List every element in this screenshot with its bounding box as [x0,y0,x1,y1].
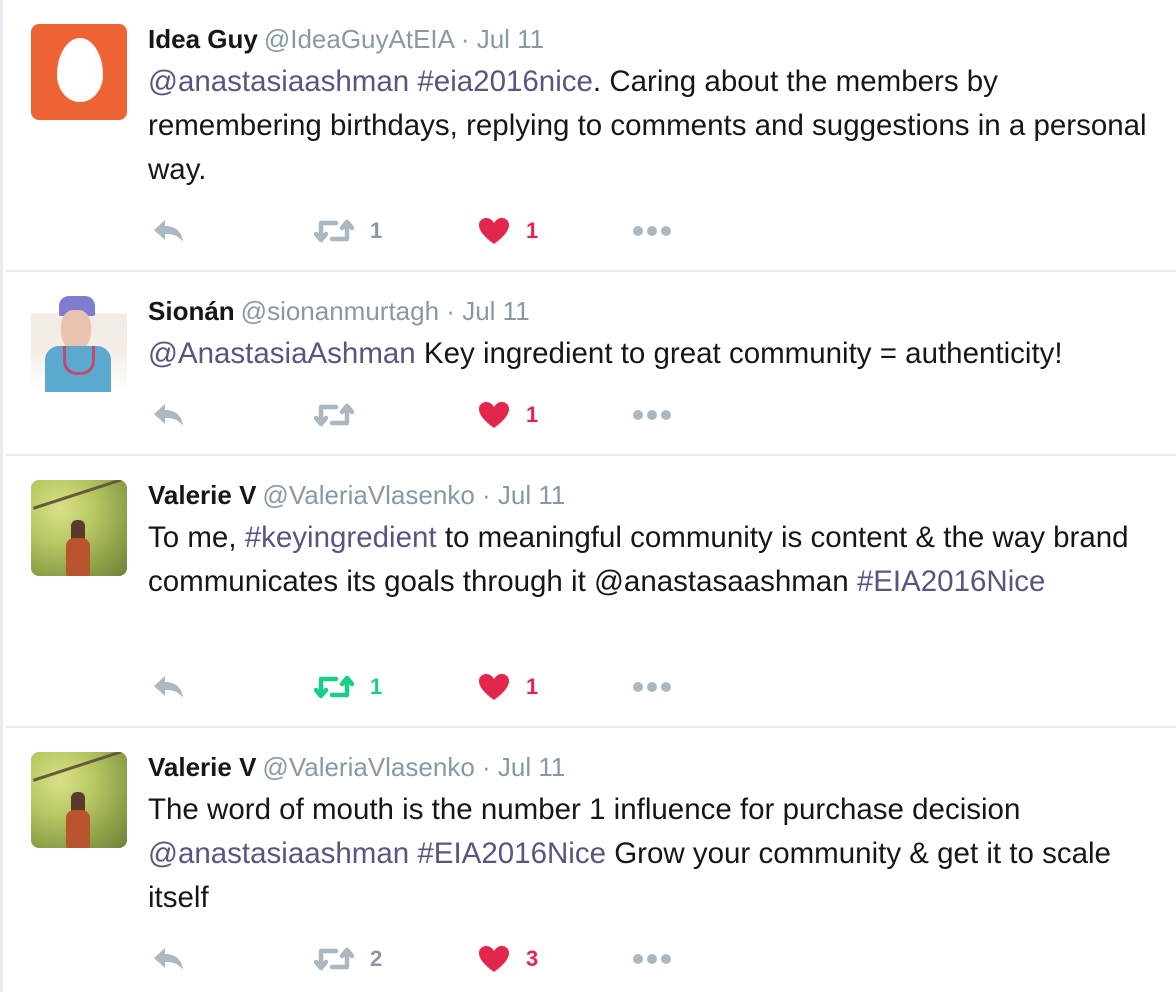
tweet-text: @AnastasiaAshman Key ingredient to great… [148,332,1158,376]
more-dots-icon [633,682,671,692]
tweet[interactable]: Idea Guy @IdeaGuyAtEIA · Jul 11 @anastasi… [6,0,1176,272]
avatar[interactable] [31,752,127,848]
reply-button[interactable] [152,211,186,251]
tweet-date[interactable]: Jul 11 [462,296,529,326]
mention-link[interactable]: @anastasiaashman [148,65,409,98]
retweet-button[interactable]: 2 [314,939,382,979]
tweet-date[interactable]: Jul 11 [498,752,565,782]
tweet-header: Idea Guy @IdeaGuyAtEIA · Jul 11 [148,22,544,56]
reply-button[interactable] [152,395,186,435]
tweet-text: @anastasiaashman #eia2016nice. Caring ab… [148,60,1158,192]
like-count: 3 [526,946,539,971]
tweet-date[interactable]: Jul 11 [477,24,544,54]
separator-dot: · [446,296,455,326]
tweet-actions: 2 3 [148,939,748,979]
retweet-button[interactable] [314,395,370,435]
reply-button[interactable] [152,939,186,979]
retweet-button[interactable]: 1 [314,211,382,251]
egg-avatar-icon [57,38,103,102]
avatar-dress [66,538,90,576]
reply-icon [154,404,183,426]
like-button[interactable]: 1 [478,395,538,435]
avatar-face [61,310,91,350]
tweet-date[interactable]: Jul 11 [498,480,565,510]
more-button[interactable] [632,395,672,435]
separator-dot: · [482,480,491,510]
display-name[interactable]: Valerie V [148,480,256,510]
heart-icon [479,402,509,428]
avatar-dress [66,810,90,848]
like-count: 1 [526,674,539,699]
hashtag-link[interactable]: #keyingredient [245,521,437,554]
avatar[interactable] [31,480,127,576]
tweet-actions: 1 [148,395,748,435]
tweet-header: Sionán @sionanmurtagh · Jul 11 [148,294,530,328]
tweet-header: Valerie V @ValeriaVlasenko · Jul 11 [148,750,565,784]
like-count: 1 [526,402,539,427]
avatar-branch [32,752,126,782]
like-count: 1 [526,218,539,243]
hashtag-link[interactable]: #eia2016nice [417,65,593,98]
like-button[interactable]: 1 [478,667,538,707]
display-name[interactable]: Idea Guy [148,24,258,54]
more-button[interactable] [632,939,672,979]
heart-icon [479,218,509,244]
reply-icon [154,220,183,242]
separator-dot: · [460,24,470,54]
retweet-icon [314,403,354,427]
retweet-icon [314,675,354,699]
display-name[interactable]: Sionán [148,296,235,326]
reply-icon [154,676,183,698]
retweet-icon [314,947,354,971]
text-segment: The word of mouth is the number 1 influe… [148,793,1021,826]
tweet[interactable]: Sionán @sionanmurtagh · Jul 11 @Anastasia… [6,272,1176,456]
retweet-count: 1 [370,674,383,699]
avatar[interactable] [31,24,127,120]
retweet-count: 1 [370,218,383,243]
tweet[interactable]: Valerie V @ValeriaVlasenko · Jul 11 To me… [6,456,1176,728]
avatar[interactable] [31,296,127,392]
mention-link[interactable]: @AnastasiaAshman [148,337,416,370]
display-name[interactable]: Valerie V [148,752,256,782]
tweet-actions: 1 1 [148,211,748,251]
mention-link[interactable]: @anastasiaashman [148,837,409,870]
more-button[interactable] [632,667,672,707]
text-segment: To me, [148,521,245,554]
heart-icon [479,674,509,700]
retweet-button[interactable]: 1 [314,667,382,707]
user-handle[interactable]: @ValeriaVlasenko [262,752,474,782]
reply-button[interactable] [152,667,186,707]
reply-icon [154,948,183,970]
avatar-branch [32,480,126,510]
hashtag-link[interactable]: #EIA2016Nice [417,837,606,870]
like-button[interactable]: 1 [478,211,538,251]
more-dots-icon [633,410,671,420]
timeline: Idea Guy @IdeaGuyAtEIA · Jul 11 @anastasi… [0,0,1176,992]
like-button[interactable]: 3 [478,939,538,979]
separator-dot: · [482,752,491,782]
more-dots-icon [633,226,671,236]
more-dots-icon [633,954,671,964]
retweet-count: 2 [370,946,383,971]
tweet-actions: 1 1 [148,667,748,707]
avatar-necklace [63,346,95,375]
user-handle[interactable]: @ValeriaVlasenko [262,480,474,510]
heart-icon [479,946,509,972]
hashtag-link[interactable]: #EIA2016Nice [857,565,1046,598]
tweet[interactable]: Valerie V @ValeriaVlasenko · Jul 11 The w… [6,728,1176,992]
tweet-text: To me, #keyingredient to meaningful comm… [148,516,1158,604]
user-handle[interactable]: @IdeaGuyAtEIA [264,24,454,54]
user-handle[interactable]: @sionanmurtagh [241,296,439,326]
tweet-text: The word of mouth is the number 1 influe… [148,788,1158,920]
text-segment: Key ingredient to great community = auth… [415,337,1063,370]
tweet-header: Valerie V @ValeriaVlasenko · Jul 11 [148,478,565,512]
more-button[interactable] [632,211,672,251]
retweet-icon [314,219,354,243]
